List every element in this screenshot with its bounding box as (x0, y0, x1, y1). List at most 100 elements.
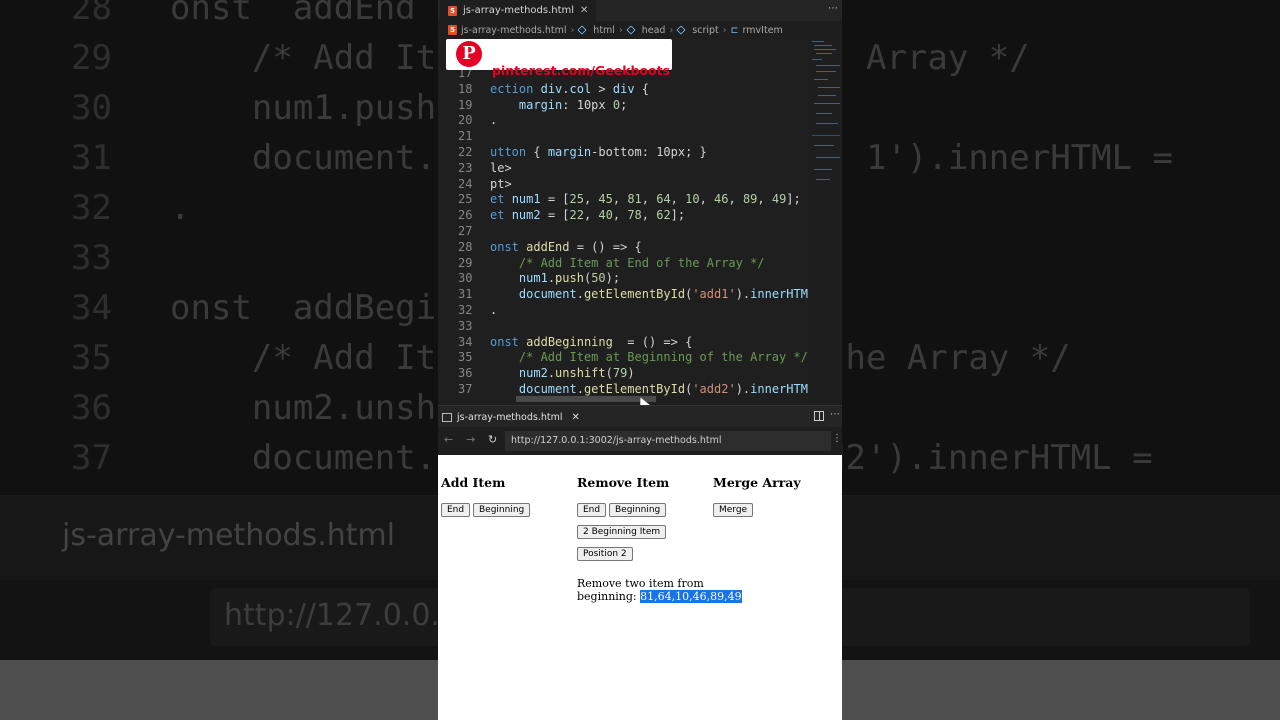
line-number: 27 (458, 224, 473, 238)
code-line[interactable]: 26 et num2 = [22, 40, 78, 62]; (438, 208, 808, 224)
chevron-right-icon: › (570, 24, 575, 36)
chevron-right-icon: › (618, 24, 623, 36)
code-line[interactable]: 32. (438, 303, 808, 319)
code-text: num1.push(50); (518, 271, 621, 286)
code-text: et num1 = [25, 45, 81, 64, 10, 46, 89, 4… (490, 192, 801, 207)
code-line[interactable]: 31 document.getElementById('add1').inner… (438, 287, 808, 303)
code-text: num2.unshift(79) (518, 366, 635, 381)
line-number: 29 (458, 255, 473, 270)
minimap[interactable] (810, 39, 842, 189)
code-text: . (490, 303, 498, 317)
code-line[interactable]: 21 (438, 129, 808, 145)
code-line[interactable]: 28 onst addEnd = () => { (438, 240, 808, 256)
remove-item-heading: Remove Item (577, 475, 670, 490)
editor-tab-bar: 5 js-array-methods.html ✕ ⋯ (438, 0, 842, 21)
code-editor[interactable]: 17 18 ection div.col > div {19 margin: 10p… (438, 39, 808, 405)
code-text: /* Add Item at Beginning of the Array */ (490, 350, 808, 365)
back-icon[interactable]: ← (444, 433, 453, 446)
merge-button[interactable]: Merge (713, 503, 754, 517)
add-end-button[interactable]: End (441, 503, 471, 517)
remove-two-beginning-button[interactable]: 2 Beginning Item (577, 525, 667, 539)
code-line[interactable]: 34 onst addBeginning = () => { (438, 335, 808, 351)
code-line[interactable]: 27 (438, 224, 808, 240)
code-text: ection div.col > div { (490, 81, 650, 96)
line-number: 32 (458, 303, 473, 317)
line-number: 24 (458, 176, 473, 191)
breadcrumb-head[interactable]: head (642, 25, 666, 36)
add-beginning-button[interactable]: Beginning (473, 503, 531, 517)
line-number: 19 (458, 97, 473, 112)
code-text: . (490, 113, 498, 128)
code-text: onst addBeginning = () => { (490, 334, 693, 349)
line-number: 26 (458, 208, 473, 223)
split-editor-icon[interactable] (814, 411, 824, 421)
variable-icon: ⊏ (730, 24, 739, 36)
breadcrumb: 5 js-array-methods.html › html › head › … (438, 21, 842, 39)
pinterest-url: pinterest.com/Geekboots (492, 63, 671, 78)
reload-icon[interactable]: ↻ (488, 433, 497, 446)
code-line[interactable]: 20. (438, 113, 808, 129)
editor-tab-label: js-array-methods.html (463, 5, 575, 16)
browser-tab-bar: js-array-methods.html ✕ ⋯ (438, 405, 842, 427)
line-number: 37 (458, 382, 473, 396)
line-number: 20 (458, 113, 473, 128)
remove-end-button[interactable]: End (577, 503, 607, 517)
code-text: document.getElementById('add1').innerHTM… (518, 287, 808, 302)
code-line[interactable]: 30 num1.push(50); (438, 271, 808, 287)
preview-page: Add Item End Beginning Remove Item End B… (438, 455, 842, 720)
line-number: 36 (458, 366, 473, 381)
forward-icon[interactable]: → (466, 433, 475, 446)
chevron-right-icon: › (669, 24, 674, 36)
code-line[interactable]: 19 margin: 10px 0; (438, 98, 808, 114)
code-text: margin: 10px 0; (518, 97, 628, 112)
remove-position-2-button[interactable]: Position 2 (577, 547, 633, 561)
remove-result-value: 81,64,10,46,89,49 (640, 590, 742, 603)
code-line[interactable]: 33 (438, 319, 808, 335)
line-number: 28 (458, 239, 473, 254)
line-number: 21 (458, 129, 473, 144)
code-line[interactable]: 25 et num1 = [25, 45, 81, 64, 10, 46, 89,… (438, 192, 808, 208)
editor-tab[interactable]: 5 js-array-methods.html ✕ (440, 0, 597, 21)
code-line[interactable]: 18 ection div.col > div { (438, 82, 808, 98)
browser-nav-bar: ← → ↻ http://127.0.0.1:3002/js-array-met… (438, 427, 842, 455)
line-number: 35 (458, 350, 473, 365)
more-icon[interactable]: ⋯ (828, 3, 838, 14)
code-text: pt> (490, 176, 512, 191)
code-line[interactable]: 24 pt> (438, 177, 808, 193)
code-line[interactable]: 29 /* Add Item at End of the Array */ (438, 256, 808, 272)
breadcrumb-script[interactable]: script (692, 25, 718, 36)
line-number: 18 (458, 81, 473, 96)
code-line[interactable]: 22 utton { margin-bottom: 10px; } (438, 145, 808, 161)
element-icon (626, 25, 636, 35)
breadcrumb-rmvitem[interactable]: rmvItem (743, 25, 783, 36)
line-number: 33 (458, 318, 473, 333)
element-icon (676, 25, 686, 35)
element-icon (577, 25, 587, 35)
line-number: 30 (458, 271, 473, 286)
line-number: 22 (458, 145, 473, 159)
line-number: 23 (458, 160, 473, 175)
breadcrumb-html[interactable]: html (593, 25, 615, 36)
html5-icon: 5 (448, 25, 457, 35)
browser-tab[interactable]: js-array-methods.html ✕ (442, 406, 580, 428)
code-line[interactable]: 23 le> (438, 161, 808, 177)
url-input[interactable]: http://127.0.0.1:3002/js-array-methods.h… (505, 431, 831, 451)
code-text: onst addEnd = () => { (490, 239, 642, 254)
breadcrumb-file[interactable]: js-array-methods.html (461, 25, 566, 36)
code-line[interactable]: 36 num2.unshift(79) (438, 366, 808, 382)
code-text: le> (490, 160, 512, 175)
pinterest-logo-icon: P (456, 41, 482, 67)
close-icon[interactable]: ✕ (580, 5, 588, 16)
remove-beginning-button[interactable]: Beginning (609, 503, 667, 517)
more-icon[interactable]: ⋯ (830, 409, 840, 420)
line-number: 31 (458, 287, 473, 302)
add-item-heading: Add Item (441, 475, 506, 490)
code-line[interactable]: 35 /* Add Item at Beginning of the Array… (438, 350, 808, 366)
menu-icon[interactable]: ⋮ (832, 433, 842, 444)
screen-recording: 5 js-array-methods.html ✕ ⋯ 5 js-array-m… (438, 0, 842, 720)
html5-icon: 5 (448, 5, 457, 16)
close-icon[interactable]: ✕ (571, 412, 579, 423)
code-text: /* Add Item at End of the Array */ (490, 255, 765, 270)
browser-tab-label: js-array-methods.html (457, 411, 563, 423)
chevron-right-icon: › (722, 24, 727, 36)
